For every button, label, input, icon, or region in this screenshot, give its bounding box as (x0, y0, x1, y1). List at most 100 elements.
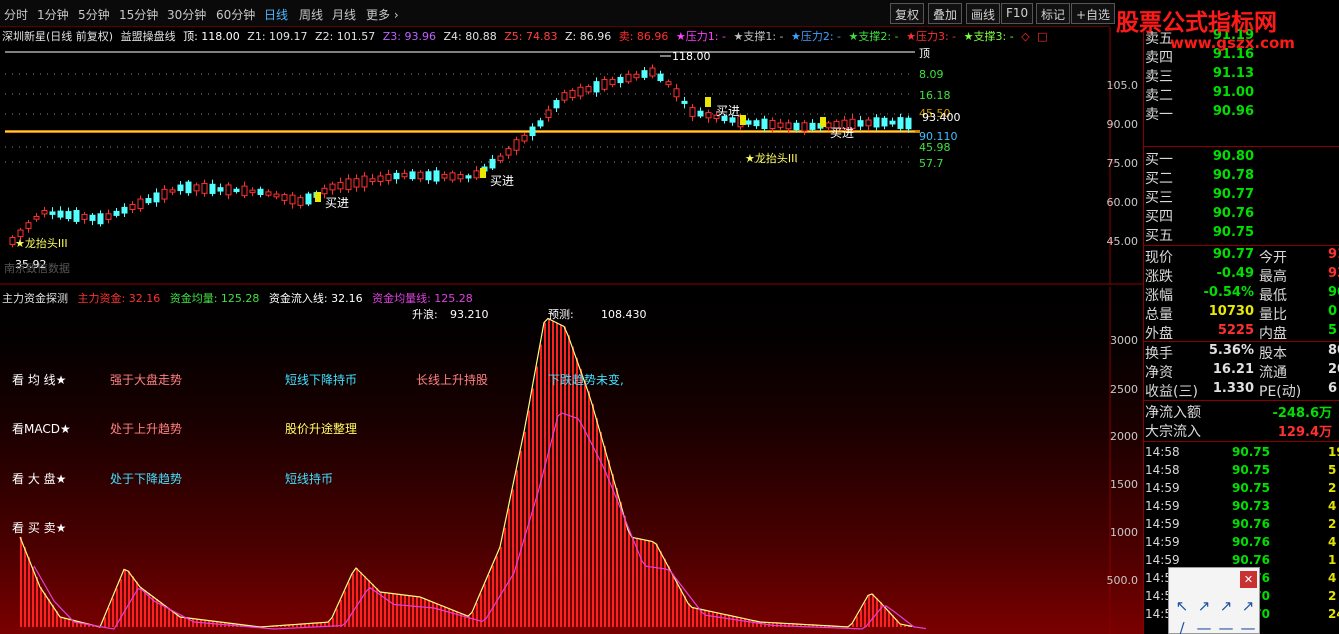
fund-bar (860, 609, 862, 627)
draw-line-button[interactable]: 画线 (966, 3, 1001, 24)
divider (1144, 146, 1339, 147)
candle-body (297, 197, 304, 206)
order-level-row[interactable]: 买三 90.77 (1144, 187, 1339, 206)
period-tab-fenshi[interactable]: 分时 (4, 6, 28, 23)
candle-body (321, 187, 328, 195)
divider (1144, 341, 1339, 342)
close-icon[interactable]: ✕ (1240, 571, 1257, 588)
buy-signal-candle (820, 117, 826, 127)
fund-bar (516, 470, 518, 627)
fund-bar (380, 592, 382, 627)
stat-value: 10730 (1208, 304, 1254, 319)
fund-bar (340, 600, 342, 627)
line-tool-icon[interactable]: ↗ (1194, 596, 1214, 616)
fund-bar (196, 619, 198, 627)
fuquan-button[interactable]: 复权 (890, 3, 925, 24)
candle-body (785, 122, 792, 130)
add-watchlist-button[interactable]: +自选 (1071, 3, 1116, 24)
fund-bar (44, 593, 46, 627)
fund-bar (352, 573, 354, 627)
square-icon[interactable]: □ (1037, 30, 1047, 43)
candle-body (697, 110, 704, 117)
arrow-tool-icon[interactable]: ↗ (1238, 596, 1258, 616)
fund-bar (856, 616, 858, 627)
candle-body (745, 120, 752, 125)
z5-value: Z5: 74.83 (504, 30, 558, 43)
f10-button[interactable]: F10 (1001, 3, 1034, 24)
order-level-row[interactable]: 买一 90.80 (1144, 149, 1339, 168)
period-tab-monthly[interactable]: 月线 (332, 6, 356, 23)
fund-bar (388, 593, 390, 627)
fund-bar (32, 567, 34, 627)
fund-bar (396, 594, 398, 627)
stat-row: 涨跌 -0.49 最高 93 (1144, 266, 1339, 285)
candle-body (489, 158, 496, 169)
ma-status: 强于大盘走势 (110, 372, 182, 387)
stat-label: 最高 (1259, 269, 1287, 285)
stat-value: 91 (1328, 247, 1339, 262)
candle-body (241, 185, 248, 197)
candle-body (417, 171, 424, 180)
period-tab-1min[interactable]: 1分钟 (37, 6, 69, 23)
dragon-signal-label: ★龙抬头III (745, 151, 798, 165)
macd-status: 股价升途整理 (285, 421, 357, 436)
candle-body (145, 198, 152, 204)
price-tick-75: 75.00 (1107, 157, 1139, 170)
tick-row: 14:58 90.75 19 (1144, 445, 1339, 463)
fund-bar (424, 598, 426, 627)
segment-tool-icon[interactable]: ∕ (1172, 618, 1192, 634)
order-level-row[interactable]: 买五 90.75 (1144, 225, 1339, 244)
cursor-icon[interactable]: ↖ (1172, 596, 1192, 616)
order-level-price: 90.96 (1212, 104, 1254, 119)
order-level-row[interactable]: 卖一 90.96 (1144, 104, 1339, 123)
order-level-price: 90.76 (1212, 206, 1254, 221)
candle-body (601, 79, 608, 90)
support1-value: ★支撑1: - (733, 30, 784, 43)
fund-bar (432, 601, 434, 627)
order-level-row[interactable]: 买二 90.78 (1144, 168, 1339, 187)
period-tab-5min[interactable]: 5分钟 (78, 6, 110, 23)
order-level-row[interactable]: 买四 90.76 (1144, 206, 1339, 225)
order-level-row[interactable]: 卖二 91.00 (1144, 85, 1339, 104)
diamond-icon[interactable]: ◇ (1021, 30, 1029, 43)
candle-body (425, 171, 432, 181)
candle-body (873, 117, 880, 128)
fund-bar (416, 596, 418, 627)
fund-bar (716, 612, 718, 627)
candle-body (729, 117, 736, 123)
z2-value: Z2: 101.57 (315, 30, 376, 43)
period-tab-30min[interactable]: 30分钟 (167, 6, 206, 23)
fund-bar (676, 581, 678, 627)
candle-body (761, 118, 768, 130)
order-level-price: 90.80 (1212, 149, 1254, 164)
dragon-signal-label: ★龙抬头III (15, 236, 68, 250)
mark-button[interactable]: 标记 (1036, 3, 1071, 24)
ind-tick: 500.0 (1107, 574, 1139, 587)
fund-bar (732, 616, 734, 627)
period-tab-more[interactable]: 更多 › (366, 6, 399, 23)
indicator-name[interactable]: 益盟操盘线 (121, 30, 176, 43)
candle-body (617, 76, 624, 84)
period-tab-daily[interactable]: 日线 (264, 6, 288, 23)
hline2-tool-icon[interactable]: — (1216, 618, 1236, 634)
z3-value: Z3: 93.96 (382, 30, 436, 43)
fund-bar (680, 588, 682, 627)
hline-tool-icon[interactable]: — (1194, 618, 1214, 634)
candle-body (665, 81, 672, 86)
fund-bar (20, 537, 22, 627)
indicator-name[interactable]: 主力资金探测 (2, 292, 68, 305)
main-fund-value: 主力资金: 32.16 (77, 292, 161, 305)
fund-bar (712, 611, 714, 627)
tick-time: 14:59 (1145, 481, 1180, 495)
candle-body (801, 122, 808, 132)
ray-tool-icon[interactable]: ↗ (1216, 596, 1236, 616)
order-level-row[interactable]: 卖三 91.13 (1144, 66, 1339, 85)
overlay-button[interactable]: 叠加 (928, 3, 963, 24)
candlestick-chart[interactable]: 105.0 90.00 75.00 60.00 45.00 顶 8.09 16.… (0, 27, 1143, 285)
period-tab-60min[interactable]: 60分钟 (216, 6, 255, 23)
period-tab-15min[interactable]: 15分钟 (119, 6, 158, 23)
period-tab-weekly[interactable]: 周线 (299, 6, 323, 23)
candle-body (777, 122, 784, 128)
candle-body (409, 171, 416, 180)
hline3-tool-icon[interactable]: — (1238, 618, 1258, 634)
